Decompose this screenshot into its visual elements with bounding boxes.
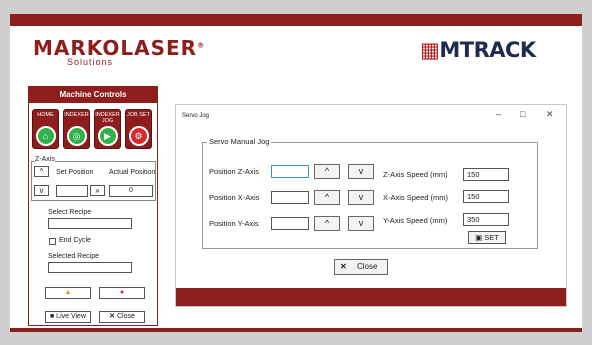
stop-icon: ●	[119, 289, 125, 296]
dialog-footer-bar	[176, 288, 566, 306]
play-icon: ▶	[97, 126, 118, 146]
y-speed-label: Y-Axis Speed (mm)	[383, 216, 448, 225]
position-x-label: Position X-Axis	[209, 193, 260, 202]
mtrack-logo-mark: ▦	[420, 38, 440, 62]
actual-position-field: 0	[109, 185, 153, 197]
y-up-arrow-button[interactable]: ^	[314, 216, 340, 231]
indexer-jog-button[interactable]: INDEXER JOG ▶	[94, 109, 121, 149]
dialog-close-button[interactable]: ✕ Close	[334, 259, 388, 275]
live-view-button[interactable]: ■ Live View	[45, 311, 91, 323]
x-up-arrow-button[interactable]: ^	[314, 190, 340, 205]
z-speed-input[interactable]: 150	[463, 168, 509, 181]
home-button[interactable]: HOME ⌂	[32, 109, 59, 149]
set-button-label: SET	[484, 233, 499, 242]
live-view-label: Live View	[56, 313, 87, 320]
actual-position-label: Actual Position	[109, 169, 156, 176]
x-speed-label: X-Axis Speed (mm)	[383, 193, 449, 202]
group-label: Servo Manual Jog	[207, 137, 272, 146]
stop-button[interactable]: ●	[99, 287, 145, 299]
minimize-button[interactable]: –	[496, 109, 501, 119]
indexer-button-label: INDEXER	[64, 112, 89, 118]
camera-icon: ■	[49, 313, 55, 320]
y-speed-input[interactable]: 350	[463, 213, 509, 226]
select-recipe-dropdown[interactable]	[48, 218, 132, 229]
chevron-up-icon: ^	[324, 192, 330, 202]
maximize-button[interactable]: □	[520, 109, 525, 119]
selected-recipe-label: Selected Recipe	[48, 253, 99, 260]
z-axis-label: Z-Axis	[35, 156, 55, 163]
position-y-label: Position Y-Axis	[209, 219, 259, 228]
job-set-button-label: JOB SET	[127, 112, 150, 118]
dialog-close-label: Close	[356, 262, 378, 271]
registered-mark: ®	[197, 41, 206, 50]
chevron-up-icon: ^	[324, 166, 330, 176]
z-down-arrow-button[interactable]: v	[348, 164, 374, 179]
end-cycle-label: End Cycle	[59, 237, 91, 244]
mtrack-logo-text: MTRACK	[439, 38, 536, 62]
window-close-button[interactable]: ✕	[546, 109, 554, 120]
warning-icon: ▲	[64, 289, 72, 296]
servo-jog-dialog: Servo Jog – □ ✕ Servo Manual Jog Positio…	[175, 104, 567, 307]
logo-text: MARKOLASER	[33, 36, 198, 60]
chevron-down-icon: v	[358, 192, 364, 202]
panel-title: Machine Controls	[29, 87, 157, 103]
x-down-arrow-button[interactable]: v	[348, 190, 374, 205]
markolaser-logo: MARKOLASER® Solutions	[33, 36, 205, 67]
panel-close-label: Close	[116, 313, 135, 320]
home-button-label: HOME	[37, 112, 54, 118]
warning-button[interactable]: ▲	[45, 287, 91, 299]
position-y-input[interactable]	[271, 217, 309, 230]
dialog-title: Servo Jog	[182, 113, 210, 119]
bottom-bar	[10, 328, 582, 332]
select-recipe-label: Select Recipe	[48, 209, 92, 216]
position-z-label: Position Z-Axis	[209, 167, 260, 176]
go-position-button[interactable]: »	[90, 185, 105, 196]
indexer-button[interactable]: INDEXER ◎	[63, 109, 90, 149]
z-down-button[interactable]: v	[34, 185, 49, 196]
chevron-up-icon: ^	[324, 218, 330, 228]
top-bar	[10, 14, 582, 26]
indexer-jog-button-label: INDEXER JOG	[95, 112, 120, 124]
z-up-button[interactable]: ^	[34, 166, 49, 177]
gear-icon: ⚙	[128, 126, 149, 146]
chevron-down-icon: v	[358, 166, 364, 176]
set-button[interactable]: ▣ SET	[468, 231, 506, 244]
close-icon: ✕	[109, 313, 115, 320]
z-speed-label: Z-Axis Speed (mm)	[383, 170, 448, 179]
machine-controls-panel: Machine Controls HOME ⌂ INDEXER ◎ INDEXE…	[28, 86, 158, 326]
set-position-input[interactable]	[56, 185, 88, 197]
set-position-label: Set Position	[56, 169, 94, 176]
save-icon: ▣	[475, 233, 483, 242]
end-cycle-checkbox[interactable]	[49, 238, 56, 245]
z-axis-group: Z-Axis ^ v Set Position Actual Position …	[31, 156, 156, 201]
position-z-input[interactable]	[271, 165, 309, 178]
close-icon: ✕	[340, 262, 347, 271]
job-set-button[interactable]: JOB SET ⚙	[125, 109, 152, 149]
z-up-arrow-button[interactable]: ^	[314, 164, 340, 179]
home-icon: ⌂	[35, 126, 56, 146]
x-speed-input[interactable]: 150	[463, 190, 509, 203]
mtrack-logo: ▦MTRACK	[420, 38, 536, 62]
chevron-down-icon: v	[358, 218, 364, 228]
target-icon: ◎	[66, 126, 87, 146]
y-down-arrow-button[interactable]: v	[348, 216, 374, 231]
selected-recipe-field	[48, 262, 132, 273]
panel-close-button[interactable]: ✕ Close	[99, 311, 145, 323]
position-x-input[interactable]	[271, 191, 309, 204]
